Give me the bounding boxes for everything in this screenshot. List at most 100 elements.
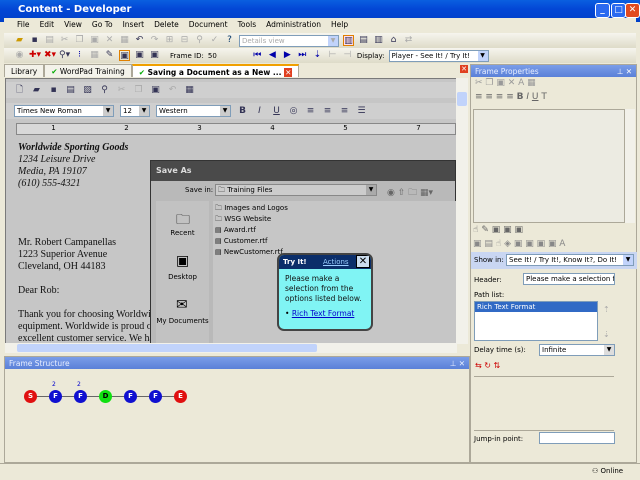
menu-delete[interactable]: Delete xyxy=(149,18,184,32)
minimize-button[interactable]: _ xyxy=(595,3,610,18)
path-icon[interactable]: ⚲▾ xyxy=(59,50,70,61)
close-tab-icon[interactable]: ✕ xyxy=(284,68,293,77)
delete-frame-icon[interactable]: ✖▾ xyxy=(44,50,56,61)
actions-link[interactable]: Actions xyxy=(323,258,349,266)
layout-1-icon[interactable]: ▥ xyxy=(343,35,354,46)
file-item[interactable]: 🗀 Images and Logos xyxy=(215,203,455,214)
display-select[interactable]: Player - See It! / Try It! ▼ xyxy=(388,49,489,62)
frame-view-1-icon[interactable]: ▣ xyxy=(119,50,130,61)
place-recent[interactable]: Recent xyxy=(156,229,209,237)
maximize-button[interactable]: □ xyxy=(611,3,626,18)
vertical-scrollbar[interactable] xyxy=(456,78,468,344)
file-item[interactable]: ▤ Customer.rtf xyxy=(215,236,455,247)
help-icon[interactable]: ? xyxy=(224,35,235,46)
jump-in-input[interactable] xyxy=(539,432,615,444)
image-icon[interactable]: ▦ xyxy=(89,50,100,61)
open-icon[interactable]: ▰ xyxy=(14,35,25,46)
view-select[interactable]: Details view ▼ xyxy=(239,34,339,47)
frame-node[interactable]: D xyxy=(99,390,112,403)
frame-node[interactable]: F xyxy=(149,390,162,403)
close-document-icon[interactable]: ✕ xyxy=(460,65,468,73)
first-frame-icon[interactable]: ⏮ xyxy=(252,50,263,61)
scroll-thumb[interactable] xyxy=(17,344,317,352)
record-icon[interactable]: ◉ xyxy=(14,50,25,61)
show-in-select[interactable]: See It! / Try It!, Know It?, Do It! ▼ xyxy=(506,254,634,266)
file-item[interactable]: 🗀 WSG Website xyxy=(215,214,455,225)
tab-saving-document[interactable]: ✔ Saving a Document as a New ... ✕ xyxy=(131,64,300,77)
close-button[interactable]: ✕ xyxy=(625,3,640,18)
next-frame-icon[interactable]: ▶ xyxy=(282,50,293,61)
collapse-icon[interactable]: ⊟ xyxy=(179,35,190,46)
file-item[interactable]: ▤ Award.rtf xyxy=(215,225,455,236)
prev-frame-icon[interactable]: ◀ xyxy=(267,50,278,61)
print-icon[interactable]: ▤ xyxy=(44,35,55,46)
save-icon[interactable]: ▪ xyxy=(29,35,40,46)
menu-edit[interactable]: Edit xyxy=(35,18,60,32)
my-documents-icon[interactable]: ✉ xyxy=(176,297,188,313)
redo-icon[interactable]: ↷ xyxy=(149,35,160,46)
pin-icon[interactable]: ⊥ ✕ xyxy=(450,359,465,368)
tab-wordpad-training[interactable]: ✔ WordPad Training xyxy=(44,64,132,77)
move-down-icon[interactable]: ⇣ xyxy=(603,330,610,339)
frame-node[interactable]: F xyxy=(49,390,62,403)
menu-document[interactable]: Document xyxy=(184,18,233,32)
action-icons[interactable]: ▣ ▤ ☝ ◈ ▣ ▣ ▣ ▣ A xyxy=(473,239,565,249)
properties-icon[interactable]: ▦ xyxy=(119,35,130,46)
layout-2-icon[interactable]: ▤ xyxy=(358,35,369,46)
frame-node[interactable]: E xyxy=(174,390,187,403)
frame-node[interactable]: F xyxy=(124,390,137,403)
menu-file[interactable]: File xyxy=(12,18,35,32)
jump-start-icon[interactable]: ⊢ xyxy=(327,50,338,61)
header-input[interactable]: Please make a selection from xyxy=(523,273,615,285)
add-frame-icon[interactable]: ✚▾ xyxy=(29,50,41,61)
horizontal-scrollbar[interactable] xyxy=(5,343,457,353)
tab-library[interactable]: Library xyxy=(4,64,45,77)
jump-end-icon[interactable]: ⊣ xyxy=(342,50,353,61)
path-action-icons[interactable]: ⇆ ↻ ⇅ xyxy=(475,361,500,370)
menu-help[interactable]: Help xyxy=(326,18,353,32)
sync-icon[interactable]: ⇄ xyxy=(403,35,414,46)
cut-icon[interactable]: ✂ xyxy=(59,35,70,46)
back-icon[interactable]: ◉ ⇧ 🗀 ▦▾ xyxy=(387,185,433,201)
frame-view-2-icon[interactable]: ▣ xyxy=(134,50,145,61)
align-icon[interactable]: ≡ ≡ ≡ ≡ B I U T xyxy=(475,92,547,102)
delete-icon[interactable]: ✕ xyxy=(104,35,115,46)
frame-type-icons[interactable]: ☝ ✎ ▣ ▣ ▣ xyxy=(473,225,523,235)
desktop-icon[interactable]: ▣ xyxy=(176,253,189,269)
layout-3-icon[interactable]: ▥ xyxy=(373,35,384,46)
online-label: Online xyxy=(600,467,624,475)
move-up-icon[interactable]: ⇡ xyxy=(603,305,610,314)
last-frame-icon[interactable]: ⏭ xyxy=(297,50,308,61)
path-list[interactable]: Rich Text Format xyxy=(474,301,598,341)
save-in-select[interactable]: 🗀 Training Files ▼ xyxy=(215,184,377,196)
place-desktop[interactable]: Desktop xyxy=(156,273,209,281)
link-icon[interactable]: ⁝ xyxy=(74,50,85,61)
pin-close-icon[interactable]: ⊥ ✕ xyxy=(617,67,632,76)
frame-text-editor[interactable] xyxy=(473,109,625,223)
cut-icon[interactable]: ✂ ❐ ▣ ✕ A ▦ xyxy=(475,78,536,88)
close-icon[interactable]: ✕ xyxy=(356,255,370,268)
copy-icon[interactable]: ❐ xyxy=(74,35,85,46)
publish-icon[interactable]: ⌂ xyxy=(388,35,399,46)
frame-view-3-icon[interactable]: ▣ xyxy=(149,50,160,61)
menu-view[interactable]: View xyxy=(59,18,87,32)
place-my-documents[interactable]: My Documents xyxy=(156,317,209,325)
scroll-thumb[interactable] xyxy=(457,92,467,106)
option-link[interactable]: Rich Text Format xyxy=(292,309,355,318)
editor-scrollbar[interactable] xyxy=(625,109,635,223)
frame-node[interactable]: F xyxy=(74,390,87,403)
undo-icon[interactable]: ↶ xyxy=(134,35,145,46)
expand-icon[interactable]: ⊞ xyxy=(164,35,175,46)
delay-select[interactable]: Infinite ▼ xyxy=(539,344,615,356)
find-icon[interactable]: ⚲ xyxy=(194,35,205,46)
path-list-item[interactable]: Rich Text Format xyxy=(475,302,597,312)
frame-node[interactable]: S xyxy=(24,390,37,403)
menu-goto[interactable]: Go To xyxy=(87,18,118,32)
spell-icon[interactable]: ✓ xyxy=(209,35,220,46)
paste-icon[interactable]: ▣ xyxy=(89,35,100,46)
edit-icon[interactable]: ✎ xyxy=(104,50,115,61)
menu-tools[interactable]: Tools xyxy=(233,18,261,32)
menu-administration[interactable]: Administration xyxy=(261,18,326,32)
goto-frame-icon[interactable]: ⇣ xyxy=(312,50,323,61)
menu-insert[interactable]: Insert xyxy=(118,18,150,32)
